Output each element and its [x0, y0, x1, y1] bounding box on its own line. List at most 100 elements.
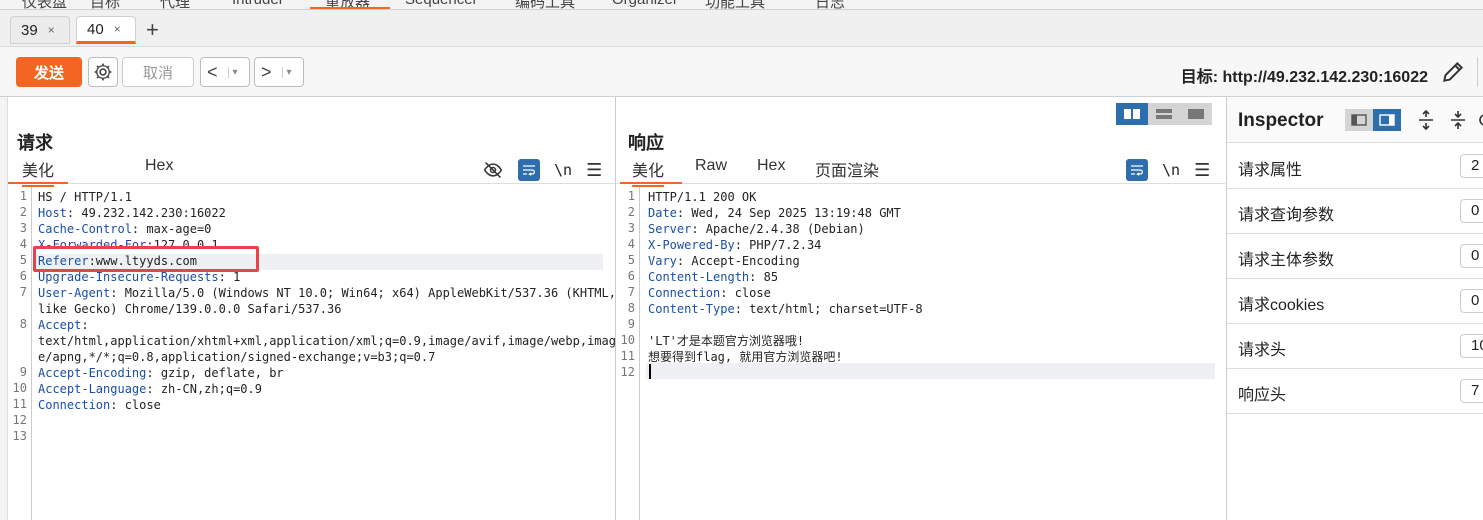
hamburger-menu-icon[interactable]: ☰ — [1194, 160, 1210, 181]
hide-eye-icon[interactable] — [482, 160, 504, 180]
menu-target[interactable]: 目标 — [90, 0, 120, 9]
code-line[interactable]: Content-Length: 85 — [648, 269, 778, 285]
rows-icon — [1156, 109, 1172, 119]
close-icon[interactable]: × — [48, 23, 55, 37]
line-text: : text/html; charset=UTF-8 — [734, 302, 923, 316]
word-wrap-toggle[interactable] — [518, 159, 540, 181]
response-pane: 响应 美化 Raw Hex 页面渲染 \n ☰ 1 2 3 4 5 6 7 8 9 10 11 12 … — [616, 97, 1225, 520]
inspector-row[interactable]: 请求头 10 — [1227, 324, 1483, 369]
code-line[interactable]: X-Powered-By: PHP/7.2.34 — [648, 237, 821, 253]
line-text: : Apache/2.4.38 (Debian) — [691, 222, 865, 236]
code-line[interactable]: Accept-Encoding: gzip, deflate, br — [38, 365, 284, 381]
code-line[interactable]: HTTP/1.1 200 OK — [648, 189, 756, 205]
cancel-button[interactable]: 取消 — [122, 57, 194, 87]
forward-arrow-icon: > — [261, 61, 272, 82]
header-name: Content-Type — [648, 302, 735, 316]
menu-proxy[interactable]: 代理 — [160, 0, 190, 9]
header-name: Host — [38, 206, 67, 220]
tab-response-hex[interactable]: Hex — [757, 157, 785, 175]
menu-dashboard[interactable]: 仪表盘 — [22, 0, 67, 9]
code-line[interactable]: Server: Apache/2.4.38 (Debian) — [648, 221, 865, 237]
inspector-row[interactable]: 请求cookies 0 — [1227, 279, 1483, 324]
inspector-row[interactable]: 请求属性 2 — [1227, 144, 1483, 189]
panel-left-icon — [1351, 114, 1367, 126]
inspector-row[interactable]: 请求主体参数 0 — [1227, 234, 1483, 279]
forward-button[interactable]: > ▾ — [254, 57, 304, 87]
line-number: 7 — [19, 285, 27, 299]
line-number: 10 — [12, 381, 27, 395]
menu-organizer[interactable]: Organizer — [612, 0, 678, 8]
chevron-down-icon[interactable]: ▾ — [227, 66, 238, 78]
code-line[interactable]: like Gecko) Chrome/139.0.0.0 Safari/537.… — [38, 301, 341, 317]
code-line[interactable]: Connection: close — [648, 285, 771, 301]
single-pane-icon — [1188, 109, 1204, 119]
back-button[interactable]: < ▾ — [200, 57, 250, 87]
code-line[interactable]: e/apng,*/*;q=0.8,application/signed-exch… — [38, 349, 435, 365]
layout-stacked-button[interactable] — [1148, 103, 1180, 125]
count-badge: 0 — [1460, 244, 1483, 268]
tab-40[interactable]: 40 × — [76, 16, 136, 44]
layout-single-button[interactable] — [1180, 103, 1212, 125]
code-line[interactable]: 'LT'才是本题官方浏览器哦! — [648, 333, 804, 349]
inspector-layout-left-button[interactable] — [1345, 109, 1373, 131]
hamburger-menu-icon[interactable]: ☰ — [586, 160, 602, 181]
count-badge: 0 — [1460, 289, 1483, 313]
settings-icon[interactable] — [1477, 109, 1483, 134]
code-line[interactable]: Cache-Control: max-age=0 — [38, 221, 211, 237]
menu-sequencer[interactable]: Sequencer — [405, 0, 478, 8]
word-wrap-toggle[interactable] — [1126, 159, 1148, 181]
line-text: : gzip, deflate, br — [146, 366, 284, 380]
code-line[interactable]: Host: 49.232.142.230:16022 — [38, 205, 226, 221]
top-menu: 仪表盘 目标 代理 Intruder 重放器 Sequencer 编码工具 Or… — [0, 0, 1483, 10]
code-line[interactable]: 想要得到flag, 就用官方浏览器吧! — [648, 349, 843, 365]
columns-icon — [1124, 109, 1140, 119]
newline-toggle[interactable]: \n — [1162, 161, 1180, 179]
close-icon[interactable]: × — [114, 22, 121, 36]
settings-button[interactable] — [88, 57, 118, 87]
edit-target-button[interactable] — [1440, 59, 1466, 88]
code-line[interactable]: Connection: close — [38, 397, 161, 413]
inspector-layout-right-button[interactable] — [1373, 109, 1401, 131]
line-number: 12 — [620, 365, 635, 379]
menu-extensions[interactable]: 功能工具 — [705, 0, 765, 9]
code-line[interactable]: Accept-Language: zh-CN,zh;q=0.9 — [38, 381, 262, 397]
layout-side-by-side-button[interactable] — [1116, 103, 1148, 125]
line-number: 6 — [627, 269, 635, 283]
current-line-highlight — [646, 363, 1215, 379]
tab-response-render[interactable]: 页面渲染 — [815, 157, 879, 181]
code-line[interactable]: Content-Type: text/html; charset=UTF-8 — [648, 301, 923, 317]
code-line[interactable]: Date: Wed, 24 Sep 2025 13:19:48 GMT — [648, 205, 901, 221]
header-name: Server — [648, 222, 692, 236]
menu-decoder[interactable]: 编码工具 — [515, 0, 575, 9]
code-line[interactable]: Vary: Accept-Encoding — [648, 253, 800, 269]
header-name: Upgrade-Insecure-Requests — [38, 270, 219, 284]
add-tab-button[interactable]: + — [146, 19, 159, 41]
code-line[interactable]: HS / HTTP/1.1 — [38, 189, 132, 205]
expand-all-icon[interactable] — [1417, 109, 1435, 134]
inspector-row-label: 请求主体参数 — [1238, 252, 1335, 269]
line-number: 4 — [627, 237, 635, 251]
line-text: : 1 — [218, 270, 241, 284]
pencil-icon — [1443, 61, 1464, 82]
code-line[interactable]: User-Agent: Mozilla/5.0 (Windows NT 10.0… — [38, 285, 616, 301]
chevron-down-icon[interactable]: ▾ — [281, 66, 292, 78]
request-title: 请求 — [17, 133, 53, 153]
line-text: : — [81, 318, 89, 332]
newline-toggle[interactable]: \n — [554, 161, 572, 179]
collapse-all-icon[interactable] — [1449, 109, 1467, 134]
inspector-row[interactable]: 响应头 7 — [1227, 369, 1483, 414]
send-button[interactable]: 发送 — [16, 57, 82, 87]
back-arrow-icon: < — [207, 61, 218, 82]
menu-intruder[interactable]: Intruder — [232, 0, 284, 8]
tab-response-raw[interactable]: Raw — [695, 157, 727, 175]
request-pane: 请求 美化 Hex \n ☰ 1 2 3 4 5 6 7 8 9 10 11 12 13 HS / HT… — [8, 97, 616, 520]
menu-logger[interactable]: 日志 — [815, 0, 845, 9]
line-number: 5 — [19, 253, 27, 267]
code-line[interactable]: text/html,application/xhtml+xml,applicat… — [38, 333, 616, 349]
tab-39[interactable]: 39 × — [10, 16, 70, 44]
code-line[interactable]: Accept: — [38, 317, 89, 333]
inspector-row[interactable]: 请求查询参数 0 — [1227, 189, 1483, 234]
line-text: : Mozilla/5.0 (Windows NT 10.0; Win64; x… — [110, 286, 616, 300]
tab-request-hex[interactable]: Hex — [145, 157, 173, 175]
line-number: 13 — [12, 429, 27, 443]
